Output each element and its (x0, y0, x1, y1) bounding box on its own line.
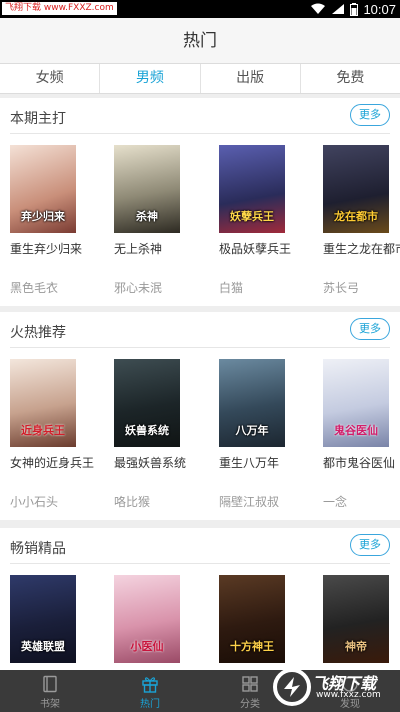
book-cover[interactable]: 八万年 (219, 359, 285, 447)
grid-icon (242, 676, 258, 692)
watermark-url: www.fxxz.com (316, 690, 381, 700)
watermark-logo-icon (273, 668, 311, 706)
book-card[interactable]: 妖孽兵王 极品妖孽兵王 白猫 (219, 145, 307, 296)
book-author: 白猫 (219, 281, 244, 295)
book-author: 苏长弓 (323, 281, 360, 295)
section-bestsellers: 畅销精品 更多 英雄联盟 小医仙 十方神王 神帝 (0, 528, 400, 670)
book-title: 最强妖兽系统 (114, 456, 187, 470)
book-title: 女神的近身兵王 (10, 456, 94, 470)
book-card[interactable]: 神帝 (323, 575, 400, 663)
book-author: 一念 (323, 495, 348, 509)
book-cover[interactable]: 弃少归来 (10, 145, 76, 233)
book-author: 隔壁江叔叔 (219, 495, 280, 509)
tab-male[interactable]: 男频 (100, 64, 201, 93)
book-cover[interactable]: 十方神王 (219, 575, 285, 663)
book-cover[interactable]: 神帝 (323, 575, 389, 663)
book-card[interactable]: 妖兽系统 最强妖兽系统 咯比猴 (114, 359, 202, 510)
wifi-icon (311, 3, 326, 14)
section-hot-recommend: 火热推荐 更多 近身兵王 女神的近身兵王 小小石头 妖兽系统 最强妖兽系统 咯比… (0, 312, 400, 520)
book-title: 无上杀神 (114, 242, 163, 256)
status-bar: 飞翔下载 www.FXXZ.com 10:07 (0, 0, 400, 18)
section-title: 本期主打 (10, 111, 66, 127)
more-button[interactable]: 更多 (350, 534, 390, 556)
book-card[interactable]: 英雄联盟 (10, 575, 98, 663)
book-card[interactable]: 杀神 无上杀神 邪心未泯 (114, 145, 202, 296)
book-cover[interactable]: 英雄联盟 (10, 575, 76, 663)
book-title: 都市鬼谷医仙 (323, 456, 396, 470)
book-author: 咯比猴 (114, 495, 151, 509)
watermark-label: 飞翔下载 www.FXXZ.com (2, 2, 117, 15)
battery-icon (350, 2, 359, 16)
book-card[interactable]: 龙在都市 重生之龙在都市 苏长弓 (323, 145, 400, 296)
book-card[interactable]: 八万年 重生八万年 隔壁江叔叔 (219, 359, 307, 510)
nav-hot[interactable]: 热门 (100, 670, 200, 712)
book-title: 重生弃少归来 (10, 242, 83, 256)
nav-bookshelf[interactable]: 书架 (0, 670, 100, 712)
book-title: 重生之龙在都市 (323, 242, 400, 256)
book-title: 重生八万年 (219, 456, 280, 470)
bookshelf-icon (43, 675, 57, 693)
book-card[interactable]: 小医仙 (114, 575, 202, 663)
book-card[interactable]: 近身兵王 女神的近身兵王 小小石头 (10, 359, 98, 510)
book-card[interactable]: 鬼谷医仙 都市鬼谷医仙 一念 (323, 359, 400, 510)
tab-female[interactable]: 女频 (0, 64, 101, 93)
tab-publish[interactable]: 出版 (201, 64, 301, 93)
book-cover[interactable]: 鬼谷医仙 (323, 359, 389, 447)
book-cover[interactable]: 杀神 (114, 145, 180, 233)
gift-icon (142, 677, 158, 693)
page-title: 热门 (0, 18, 400, 64)
more-button[interactable]: 更多 (350, 318, 390, 340)
category-tabs: 女频 男频 出版 免费 (0, 64, 400, 94)
watermark-logo: 飞翔下载 www.fxxz.com (272, 666, 400, 708)
book-cover[interactable]: 妖孽兵王 (219, 145, 285, 233)
tab-free[interactable]: 免费 (301, 64, 400, 93)
book-author: 邪心未泯 (114, 281, 163, 295)
book-cover[interactable]: 小医仙 (114, 575, 180, 663)
book-cover[interactable]: 妖兽系统 (114, 359, 180, 447)
book-author: 黑色毛衣 (10, 281, 59, 295)
section-title: 畅销精品 (10, 541, 66, 557)
more-button[interactable]: 更多 (350, 104, 390, 126)
section-featured: 本期主打 更多 弃少归来 重生弃少归来 黑色毛衣 杀神 无上杀神 邪心未泯 妖孽… (0, 98, 400, 306)
status-time: 10:07 (363, 1, 396, 17)
book-cover[interactable]: 龙在都市 (323, 145, 389, 233)
section-title: 火热推荐 (10, 325, 66, 341)
book-card[interactable]: 十方神王 (219, 575, 307, 663)
book-cover[interactable]: 近身兵王 (10, 359, 76, 447)
signal-icon (332, 4, 345, 14)
book-card[interactable]: 弃少归来 重生弃少归来 黑色毛衣 (10, 145, 98, 296)
book-title: 极品妖孽兵王 (219, 242, 292, 256)
book-author: 小小石头 (10, 495, 59, 509)
